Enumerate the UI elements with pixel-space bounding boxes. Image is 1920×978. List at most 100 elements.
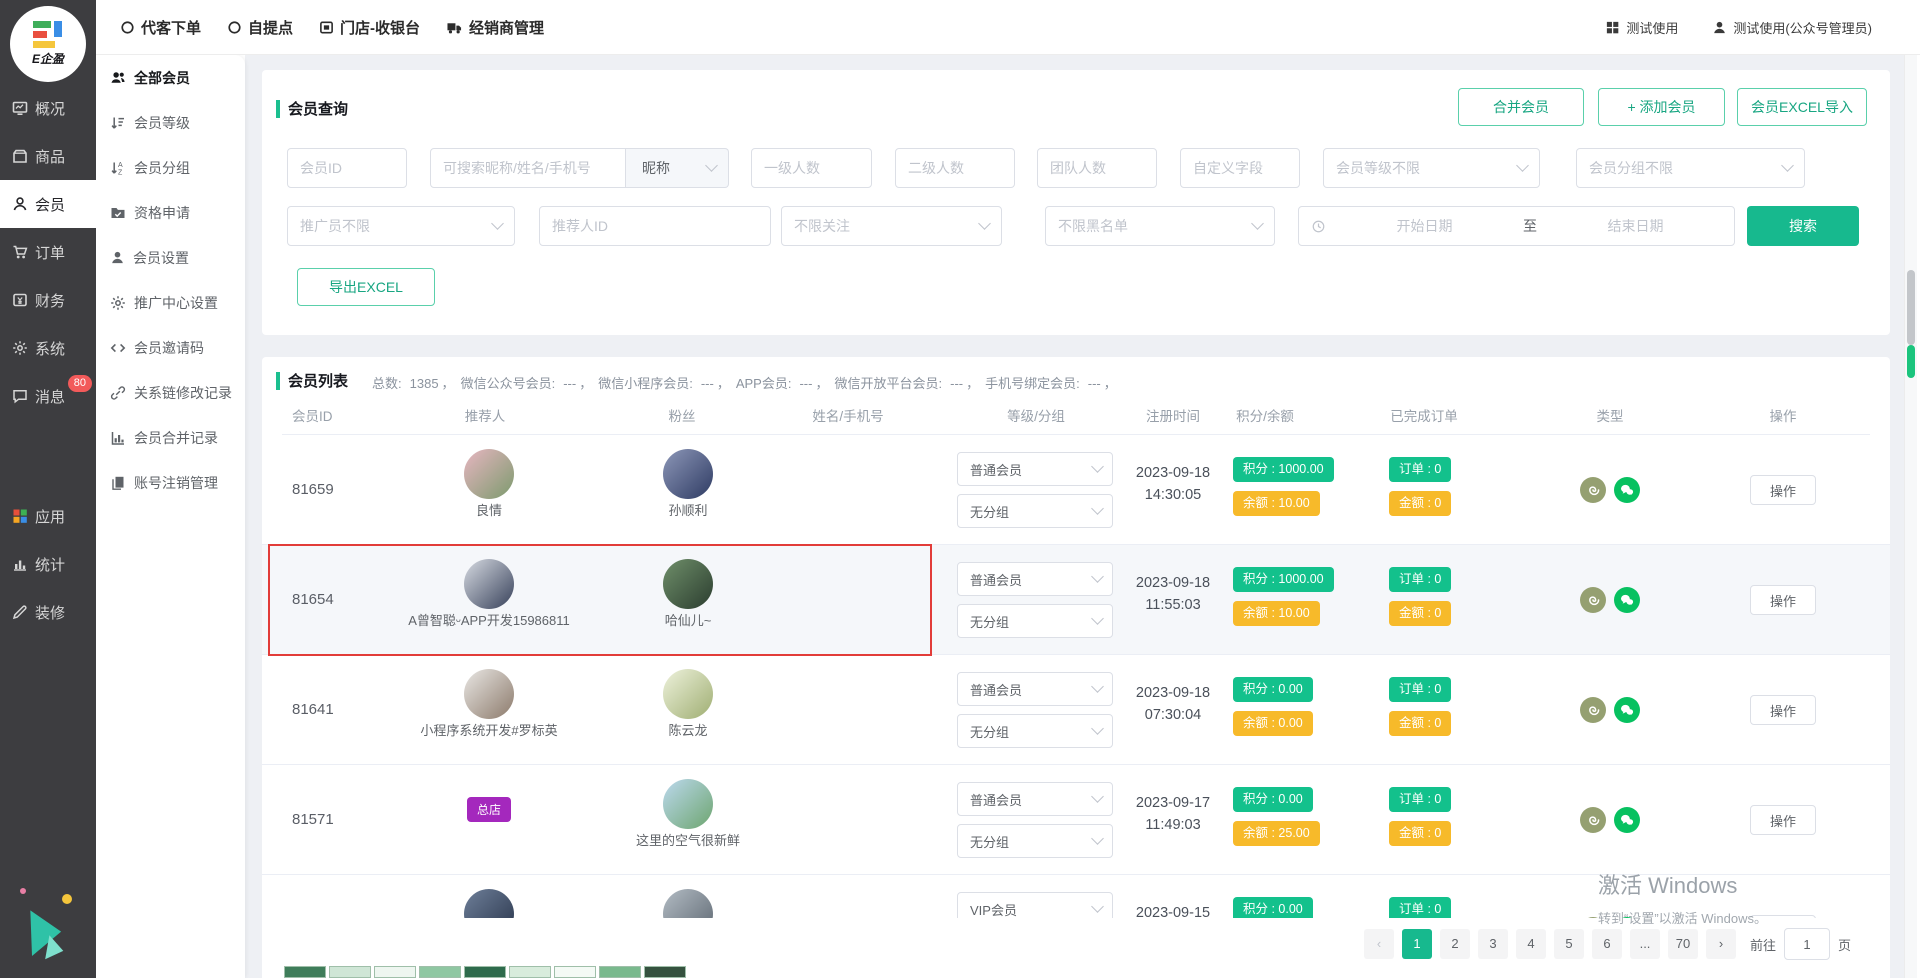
submenu-item-0[interactable]: 全部会员 (96, 55, 245, 100)
member-admin-screen: 代客下单自提点门店-收银台经销商管理 测试使用测试使用(公众号管理员) E企盈 … (0, 0, 1920, 978)
taskbar-thumbnail-8 (644, 966, 686, 978)
submenu-item-9[interactable]: 账号注销管理 (96, 460, 245, 505)
page-button-3[interactable]: 3 (1478, 929, 1508, 959)
submenu-item-3[interactable]: 资格申请 (96, 190, 245, 235)
row-action-button[interactable]: 操作 (1750, 585, 1816, 615)
custom-field-input[interactable] (1180, 148, 1300, 188)
points-badge: 积分 : 0.00 (1233, 787, 1313, 812)
sidebar-item-9[interactable]: 装修 (0, 588, 96, 636)
page-button-2[interactable]: 2 (1440, 929, 1470, 959)
excel-import-button[interactable]: 会员EXCEL导入 (1737, 88, 1867, 126)
scrollbar-thumb[interactable] (1907, 270, 1915, 345)
sidebar-item-7[interactable]: 应用 (0, 492, 96, 540)
level-select[interactable]: 普通会员 (957, 672, 1113, 706)
chevron-down-icon (491, 217, 504, 230)
balance-badge: 余额 : 0.00 (1233, 711, 1313, 736)
sidebar-item-1[interactable]: 商品 (0, 132, 96, 180)
chevron-down-icon (1781, 159, 1794, 172)
register-time: 2023-09-1711:49:03 (1103, 765, 1243, 833)
topbar-item-0[interactable]: 代客下单 (120, 17, 201, 38)
submenu-item-8[interactable]: 会员合并记录 (96, 415, 245, 460)
sidebar-item-0[interactable]: 概况 (0, 84, 96, 132)
sidebar-item-8[interactable]: 统计 (0, 540, 96, 588)
orders-badge: 订单 : 0 (1389, 457, 1451, 482)
member-level-select[interactable]: 会员等级不限 (1323, 148, 1540, 188)
page-button-...[interactable]: ... (1630, 929, 1660, 959)
level-select[interactable]: 普通会员 (957, 452, 1113, 486)
member-row-81654: 81654A曾智聪ᵕAPP开发15986811哈仙儿~普通会员无分组2023-0… (262, 545, 1890, 655)
register-time: 2023-09-1807:30:04 (1103, 655, 1243, 723)
next-page-button[interactable]: › (1706, 929, 1736, 959)
team-count-input[interactable] (1037, 148, 1157, 188)
group-icon: AZ (110, 160, 126, 176)
merge-members-button[interactable]: 合并会员 (1458, 88, 1584, 126)
keyword-type-select[interactable]: 昵称 (626, 148, 729, 188)
export-excel-button[interactable]: 导出EXCEL (297, 268, 435, 306)
promoter-select[interactable]: 推广员不限 (287, 206, 515, 246)
merge-icon (110, 430, 126, 446)
keyword-input[interactable] (430, 148, 626, 188)
open-platform-icon (1580, 477, 1606, 503)
submenu-item-4[interactable]: 会员设置 (96, 235, 245, 280)
search-button[interactable]: 搜索 (1747, 206, 1859, 246)
member-id-input[interactable] (287, 148, 407, 188)
level2-count-input[interactable] (895, 148, 1015, 188)
submenu-item-1[interactable]: 会员等级 (96, 100, 245, 145)
date-range-picker[interactable]: 开始日期 至 结束日期 (1298, 206, 1735, 246)
group-select[interactable]: 无分组 (957, 714, 1113, 748)
sidebar-item-6[interactable]: 消息80 (0, 372, 96, 420)
taskbar-thumbnail-2 (374, 966, 416, 978)
logo-icon (33, 21, 63, 48)
submenu-item-5[interactable]: 推广中心设置 (96, 280, 245, 325)
sidebar-menu: 概况商品会员订单财务系统消息80 应用统计装修 (0, 84, 96, 636)
person-name: 陈云龙 (588, 723, 788, 739)
referrer-id-input[interactable] (539, 206, 771, 246)
page-button-70[interactable]: 70 (1668, 929, 1698, 959)
page-button-5[interactable]: 5 (1554, 929, 1584, 959)
sidebar-item-5[interactable]: 系统 (0, 324, 96, 372)
row-action-button[interactable]: 操作 (1750, 695, 1816, 725)
points-badge: 积分 : 1000.00 (1233, 567, 1334, 592)
prev-page-button[interactable]: ‹ (1364, 929, 1394, 959)
goto-page-input[interactable] (1784, 928, 1830, 960)
topbar-user-1[interactable]: 测试使用(公众号管理员) (1712, 18, 1872, 37)
sidebar-item-3[interactable]: 订单 (0, 228, 96, 276)
sidebar-item-2[interactable]: 会员 (0, 180, 96, 228)
row-action-button[interactable]: 操作 (1750, 475, 1816, 505)
submenu-item-7[interactable]: 关系链修改记录 (96, 370, 245, 415)
submenu-item-2[interactable]: AZ会员分组 (96, 145, 245, 190)
balance-badge: 余额 : 25.00 (1233, 821, 1320, 846)
chevron-down-icon (1091, 680, 1104, 693)
member-group-select[interactable]: 会员分组不限 (1576, 148, 1805, 188)
group-select[interactable]: 无分组 (957, 824, 1113, 858)
member-row-81641: 81641小程序系统开发#罗标英陈云龙普通会员无分组2023-09-1807:3… (262, 655, 1890, 765)
topbar-user-0[interactable]: 测试使用 (1605, 18, 1678, 37)
topbar-item-2[interactable]: 门店-收银台 (319, 17, 420, 38)
submenu-item-6[interactable]: 会员邀请码 (96, 325, 245, 370)
level-select[interactable]: 普通会员 (957, 782, 1113, 816)
level-select[interactable]: 普通会员 (957, 562, 1113, 596)
topbar-item-1[interactable]: 自提点 (227, 17, 293, 38)
follow-filter-select[interactable]: 不限关注 (781, 206, 1002, 246)
start-date-placeholder[interactable]: 开始日期 (1326, 216, 1523, 236)
topbar-item-3[interactable]: 经销商管理 (446, 17, 544, 38)
sidebar-item-4[interactable]: 财务 (0, 276, 96, 324)
topbar-user-area: 测试使用 测试使用(公众号管理员) (1605, 18, 1872, 37)
avatar (464, 559, 514, 609)
page-button-1[interactable]: 1 (1402, 929, 1432, 959)
end-date-placeholder[interactable]: 结束日期 (1537, 216, 1734, 236)
page-button-4[interactable]: 4 (1516, 929, 1546, 959)
group-select[interactable]: 无分组 (957, 604, 1113, 638)
wechat-icon (1614, 477, 1640, 503)
group-select[interactable]: 无分组 (957, 494, 1113, 528)
page-button-6[interactable]: 6 (1592, 929, 1622, 959)
level1-count-input[interactable] (751, 148, 872, 188)
page-scrollbar[interactable] (1904, 55, 1917, 978)
wechat-icon (1614, 697, 1640, 723)
row-action-button[interactable]: 操作 (1750, 805, 1816, 835)
orders-badge: 订单 : 0 (1389, 787, 1451, 812)
fan-cell: 陈云龙 (588, 655, 788, 739)
avatar (663, 669, 713, 719)
add-member-button[interactable]: + 添加会员 (1598, 88, 1725, 126)
blacklist-filter-select[interactable]: 不限黑名单 (1045, 206, 1275, 246)
